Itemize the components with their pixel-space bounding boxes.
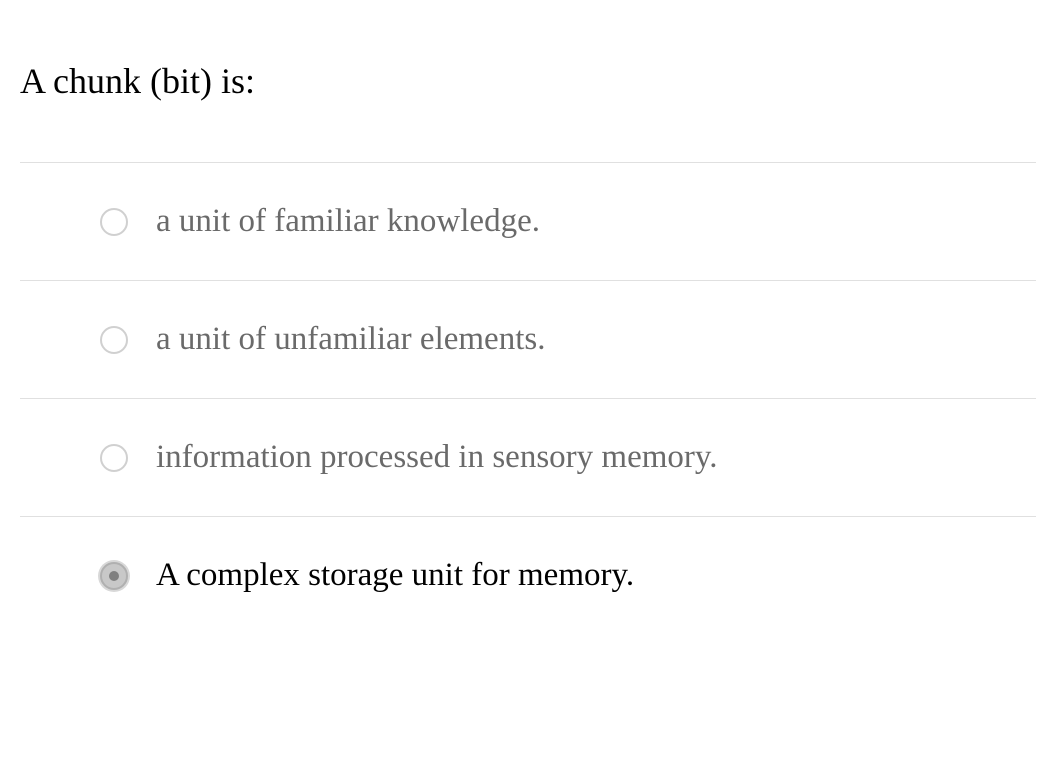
radio-button-icon[interactable]	[100, 208, 128, 236]
option-row-2[interactable]: information processed in sensory memory.	[20, 399, 1036, 517]
radio-button-selected-icon[interactable]	[100, 562, 128, 590]
option-text-1: a unit of unfamiliar elements.	[156, 321, 545, 358]
option-row-0[interactable]: a unit of familiar knowledge.	[20, 163, 1036, 281]
radio-inner-icon	[109, 571, 119, 581]
option-row-3[interactable]: A complex storage unit for memory.	[20, 517, 1036, 634]
options-container: a unit of familiar knowledge. a unit of …	[20, 162, 1036, 634]
option-text-0: a unit of familiar knowledge.	[156, 203, 540, 240]
option-text-2: information processed in sensory memory.	[156, 439, 717, 476]
radio-button-icon[interactable]	[100, 326, 128, 354]
radio-button-icon[interactable]	[100, 444, 128, 472]
option-row-1[interactable]: a unit of unfamiliar elements.	[20, 281, 1036, 399]
question-text: A chunk (bit) is:	[20, 60, 1036, 102]
option-text-3: A complex storage unit for memory.	[156, 557, 634, 594]
